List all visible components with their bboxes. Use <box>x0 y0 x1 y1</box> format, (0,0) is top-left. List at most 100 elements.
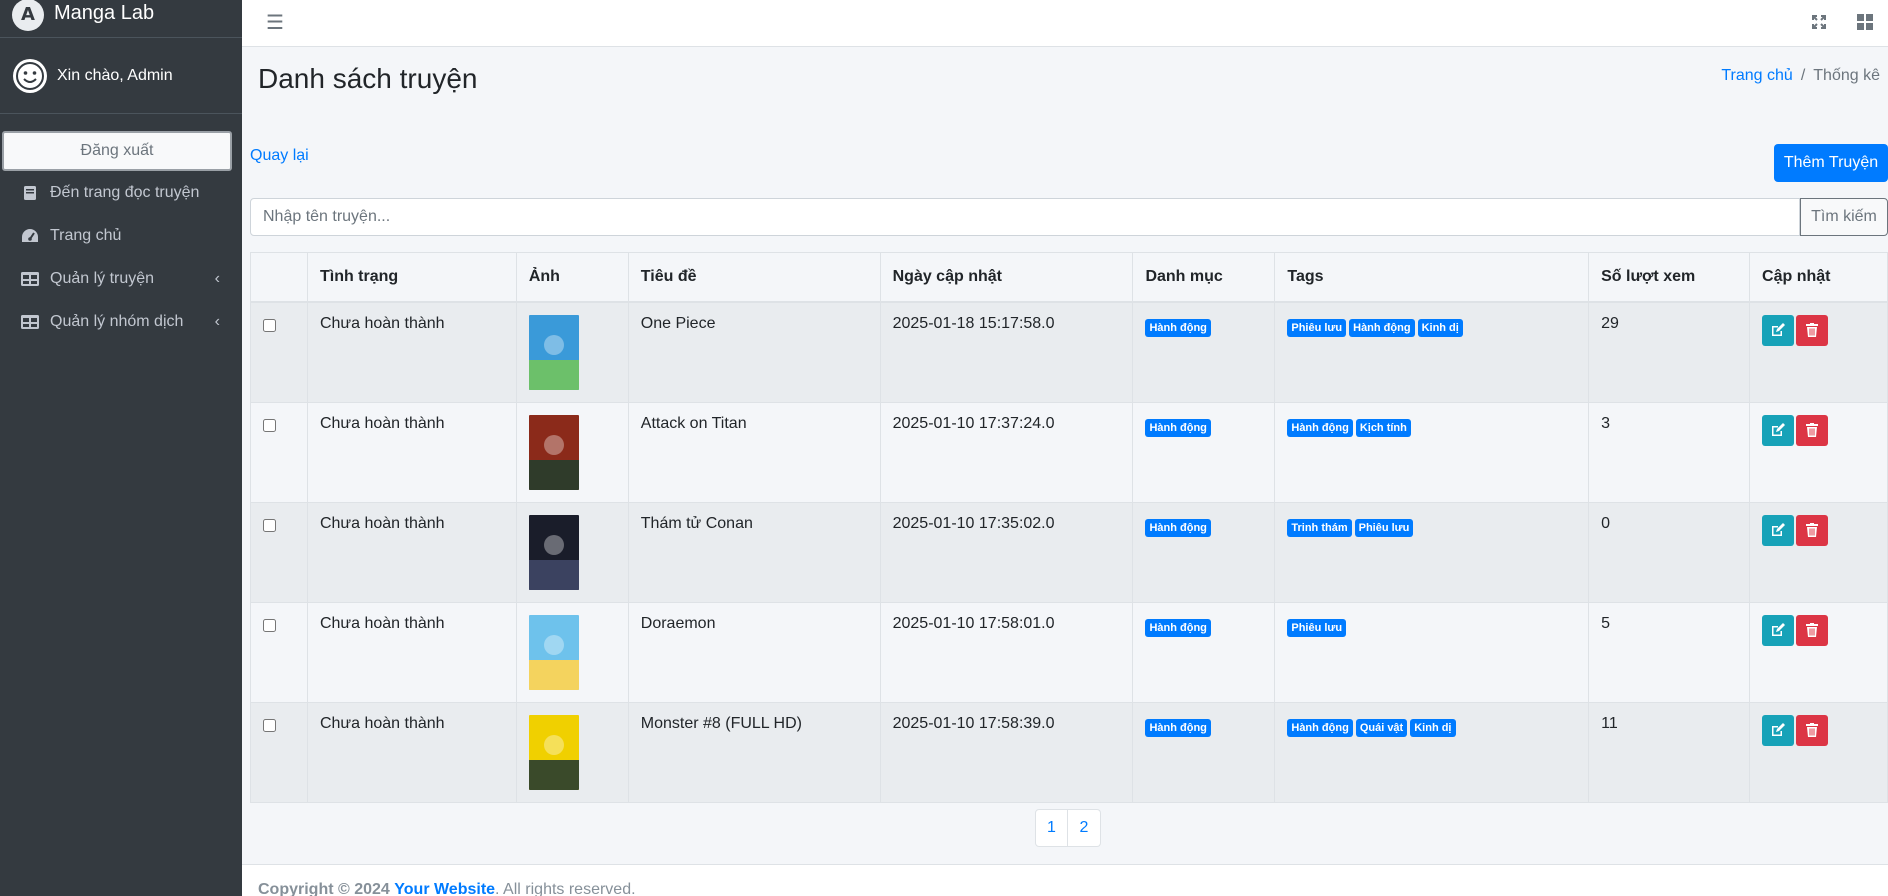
actions-cell <box>1749 301 1888 403</box>
user-greeting[interactable]: Xin chào, Admin <box>57 67 173 85</box>
menu-icon[interactable]: ☰ <box>266 10 284 35</box>
delete-button[interactable] <box>1796 714 1829 746</box>
select-cell <box>250 701 308 803</box>
add-manga-button[interactable]: Thêm Truyện <box>1774 144 1888 182</box>
tag-badge[interactable]: Kinh dị <box>1410 718 1456 737</box>
select-cell <box>250 401 308 503</box>
edit-button[interactable] <box>1762 514 1795 546</box>
row-checkbox[interactable] <box>263 418 276 432</box>
row-checkbox[interactable] <box>263 318 276 332</box>
tag-badge[interactable]: Kinh dị <box>1417 318 1463 337</box>
sidebar-item-manga-manage[interactable]: Quản lý truyện ‹ <box>0 257 242 300</box>
table-row: Chưa hoàn thành Thám tử Conan 2025-01-10… <box>250 501 1888 603</box>
page-link[interactable]: 2 <box>1068 809 1101 847</box>
avatar[interactable] <box>13 58 47 93</box>
views-cell: 3 <box>1588 401 1751 503</box>
grid-icon[interactable] <box>1842 8 1888 36</box>
title-cell[interactable]: Doraemon <box>627 601 881 703</box>
category-badge[interactable]: Hành động <box>1145 318 1211 337</box>
tags-cell: Phiêu lưu Hành động Kinh dị <box>1274 301 1590 403</box>
search-form: Tìm kiếm <box>250 198 1888 236</box>
status-cell: Chưa hoàn thành <box>306 401 517 503</box>
tags-cell: Hành động Kịch tính <box>1274 401 1590 503</box>
column-header-select <box>250 252 308 303</box>
manga-cover-image[interactable] <box>528 414 579 490</box>
delete-button[interactable] <box>1796 614 1829 646</box>
tag-badge[interactable]: Hành động <box>1349 318 1415 337</box>
manga-cover-image[interactable] <box>528 714 579 790</box>
tag-badge[interactable]: Phiêu lưu <box>1354 518 1414 537</box>
category-badge[interactable]: Hành động <box>1145 718 1211 737</box>
category-badge[interactable]: Hành động <box>1145 618 1211 637</box>
manga-table: Tình trạng Ảnh Tiêu đề Ngày cập nhật Dan… <box>250 252 1888 803</box>
table-row: Chưa hoàn thành Attack on Titan 2025-01-… <box>250 401 1888 503</box>
sidebar-item-reader[interactable]: Đến trang đọc truyện <box>0 171 242 214</box>
trash-icon <box>1806 623 1819 637</box>
book-icon <box>20 185 40 201</box>
edit-button[interactable] <box>1762 414 1795 446</box>
image-cell <box>515 301 629 403</box>
row-checkbox[interactable] <box>263 518 276 532</box>
title-cell[interactable]: Monster #8 (FULL HD) <box>627 701 881 803</box>
status-cell: Chưa hoàn thành <box>306 301 517 403</box>
category-badge[interactable]: Hành động <box>1145 518 1211 537</box>
column-header-updated[interactable]: Ngày cập nhật <box>879 252 1134 303</box>
column-header-title[interactable]: Tiêu đề <box>627 252 881 303</box>
tag-badge[interactable]: Trinh thám <box>1287 518 1352 537</box>
manga-cover-image[interactable] <box>528 614 579 690</box>
fullscreen-icon[interactable] <box>1796 8 1842 36</box>
delete-button[interactable] <box>1796 314 1829 346</box>
row-checkbox[interactable] <box>263 618 276 632</box>
logout-button[interactable]: Đăng xuất <box>2 131 232 171</box>
pagination: 1 2 <box>1035 809 1101 847</box>
tag-badge[interactable]: Quái vật <box>1355 718 1408 737</box>
page-link[interactable]: 1 <box>1035 809 1068 847</box>
column-header-views[interactable]: Số lượt xem <box>1588 252 1751 303</box>
table-row: Chưa hoàn thành One Piece 2025-01-18 15:… <box>250 301 1888 403</box>
select-cell <box>250 601 308 703</box>
tag-badge[interactable]: Kịch tính <box>1355 418 1411 437</box>
views-cell: 11 <box>1588 701 1751 803</box>
user-panel: Xin chào, Admin <box>0 38 242 114</box>
title-cell[interactable]: Thám tử Conan <box>627 501 881 603</box>
delete-button[interactable] <box>1796 414 1829 446</box>
back-link[interactable]: Quay lại <box>250 147 309 165</box>
search-button[interactable]: Tìm kiếm <box>1800 198 1888 236</box>
column-header-actions: Cập nhật <box>1749 252 1888 303</box>
edit-button[interactable] <box>1762 614 1795 646</box>
column-header-category[interactable]: Danh mục <box>1132 252 1276 303</box>
breadcrumb-home-link[interactable]: Trang chủ <box>1721 67 1792 84</box>
brand[interactable]: A Manga Lab <box>0 0 242 38</box>
tags-cell: Trinh thám Phiêu lưu <box>1274 501 1590 603</box>
tag-badge[interactable]: Hành động <box>1287 718 1353 737</box>
sidebar-item-label: Đến trang đọc truyện <box>50 183 200 201</box>
title-cell[interactable]: Attack on Titan <box>627 401 881 503</box>
edit-button[interactable] <box>1762 314 1795 346</box>
manga-cover-image[interactable] <box>528 314 579 390</box>
edit-button[interactable] <box>1762 714 1795 746</box>
category-badge[interactable]: Hành động <box>1145 418 1211 437</box>
row-checkbox[interactable] <box>263 718 276 732</box>
tag-badge[interactable]: Phiêu lưu <box>1287 618 1347 637</box>
sidebar-item-translator-groups[interactable]: Quản lý nhóm dịch ‹ <box>0 300 242 343</box>
chevron-left-icon: ‹ <box>214 269 220 287</box>
manga-cover-image[interactable] <box>528 514 579 590</box>
trash-icon <box>1806 323 1819 337</box>
footer-site-link[interactable]: Your Website <box>394 881 495 896</box>
tag-badge[interactable]: Hành động <box>1287 418 1353 437</box>
tag-badge[interactable]: Phiêu lưu <box>1287 318 1347 337</box>
search-input[interactable] <box>250 198 1800 236</box>
brand-logo: A <box>12 0 44 31</box>
views-cell: 0 <box>1588 501 1751 603</box>
footer-rights: . All rights reserved. <box>495 881 636 896</box>
category-cell: Hành động <box>1132 701 1276 803</box>
title-cell[interactable]: One Piece <box>627 301 881 403</box>
delete-button[interactable] <box>1796 514 1829 546</box>
sidebar-nav: Đến trang đọc truyện Trang chủ Quản lý t… <box>0 171 242 343</box>
column-header-tags[interactable]: Tags <box>1274 252 1590 303</box>
sidebar-item-home[interactable]: Trang chủ <box>0 214 242 257</box>
views-cell: 29 <box>1588 301 1751 403</box>
column-header-image[interactable]: Ảnh <box>515 252 629 303</box>
column-header-status[interactable]: Tình trạng <box>306 252 517 303</box>
edit-icon <box>1772 323 1786 336</box>
